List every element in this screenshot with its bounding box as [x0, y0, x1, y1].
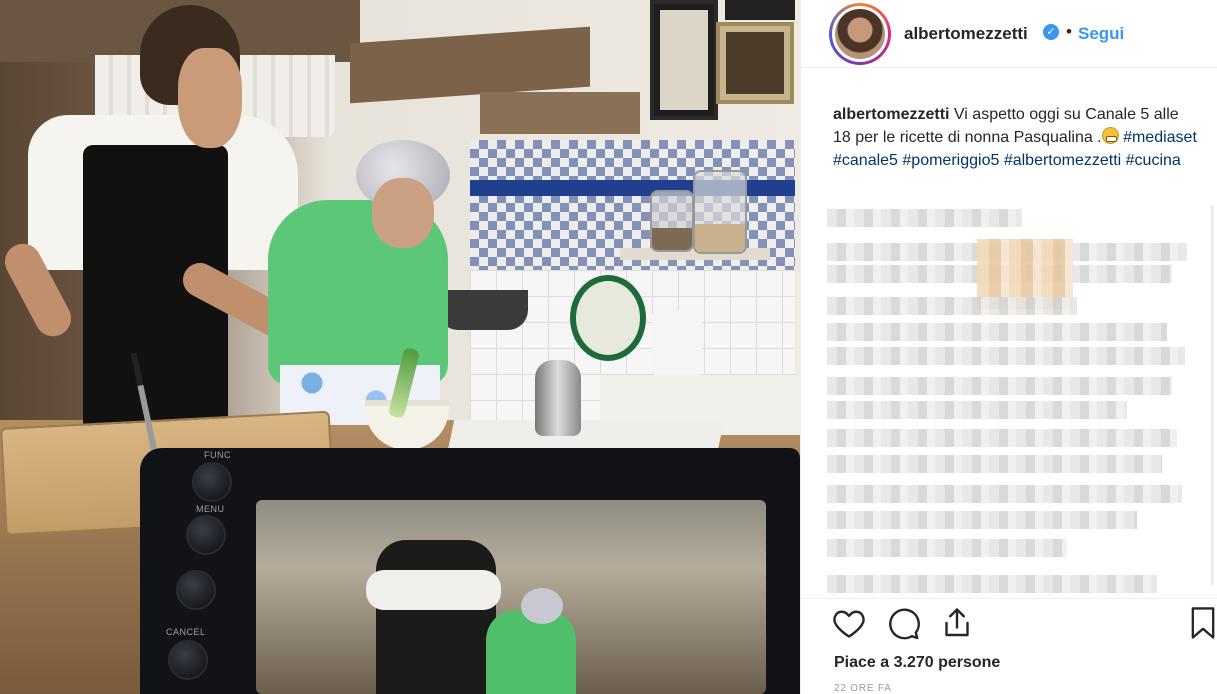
painting-frame: [716, 22, 794, 104]
avatar-story-ring[interactable]: [829, 3, 891, 65]
hashtag-pomeriggio5[interactable]: #pomeriggio5: [902, 152, 999, 169]
blurred-comment: [827, 377, 1172, 395]
post-caption: albertomezzetti Vi aspetto oggi su Canal…: [833, 103, 1198, 172]
camera-label-cancel: CANCEL: [166, 627, 206, 637]
glass-jar-large: [693, 170, 747, 254]
comments-scrollbar[interactable]: [1211, 205, 1214, 585]
camera-label-func: FUNC: [204, 450, 231, 460]
header-username[interactable]: albertomezzetti: [904, 24, 1028, 44]
follow-button[interactable]: Segui: [1078, 24, 1124, 44]
decorative-plate: [570, 275, 646, 361]
heart-icon[interactable]: [831, 605, 871, 645]
hashtag-canale5[interactable]: #canale5: [833, 152, 898, 169]
blurred-comment: [827, 429, 1177, 447]
verified-badge-icon: ✓: [1043, 24, 1059, 40]
woman-face: [372, 178, 434, 248]
blurred-comment: [827, 575, 1157, 593]
camera-button-dial: [176, 570, 216, 610]
cutlery-picture-frame: [650, 0, 718, 120]
blurred-comment: [827, 209, 1022, 227]
cooking-pot: [438, 290, 528, 330]
viewfinder-shirt: [366, 570, 501, 610]
blurred-comment: [827, 539, 1067, 557]
comment-icon[interactable]: [885, 605, 925, 645]
post-photo: FUNC MENU CANCEL: [0, 0, 800, 694]
instagram-post: FUNC MENU CANCEL albertomezzetti ✓ • Seg…: [0, 0, 1217, 694]
blurred-comment: [827, 297, 1077, 315]
hashtag-albertomezzetti[interactable]: #albertomezzetti: [1004, 152, 1121, 169]
share-icon[interactable]: [939, 605, 979, 645]
viewfinder-man: [376, 540, 496, 694]
white-canister: [652, 310, 702, 376]
metal-teapot: [535, 360, 581, 436]
blurred-comment: [827, 323, 1167, 341]
grinning-face-emoji-icon: [1101, 127, 1119, 144]
camera-viewfinder-screen: [256, 500, 766, 694]
post-side-panel: albertomezzetti ✓ • Segui albertomezzett…: [800, 0, 1217, 694]
hashtag-mediaset[interactable]: #mediaset: [1123, 129, 1197, 146]
post-header: albertomezzetti ✓ • Segui: [801, 0, 1217, 68]
viewfinder-woman: [486, 610, 576, 694]
likes-count[interactable]: Piace a 3.270 persone: [834, 654, 1000, 672]
camera-button-cancel: [168, 640, 208, 680]
camera-button-menu: [186, 515, 226, 555]
wooden-shelf-lower: [480, 92, 640, 134]
viewfinder-woman-head: [521, 588, 563, 624]
picture-frame-top: [725, 0, 795, 20]
man-face: [178, 48, 242, 148]
avatar[interactable]: [832, 6, 888, 62]
post-timestamp: 22 ORE FA: [834, 683, 892, 694]
blurred-comment: [827, 347, 1185, 365]
header-separator: •: [1066, 22, 1072, 41]
blurred-comment: [827, 511, 1137, 529]
post-actions: Piace a 3.270 persone 22 ORE FA: [801, 598, 1217, 694]
camera-label-menu: MENU: [196, 504, 225, 514]
blurred-comment: [827, 455, 1162, 473]
caption-username[interactable]: albertomezzetti: [833, 106, 949, 123]
hashtag-cucina[interactable]: #cucina: [1126, 152, 1181, 169]
blurred-comment: [827, 485, 1182, 503]
camera-button-func: [192, 462, 232, 502]
glass-jar-small: [650, 190, 694, 252]
blurred-comments-area: [827, 205, 1202, 595]
blurred-comment: [827, 401, 1127, 419]
bookmark-icon[interactable]: [1187, 605, 1217, 645]
